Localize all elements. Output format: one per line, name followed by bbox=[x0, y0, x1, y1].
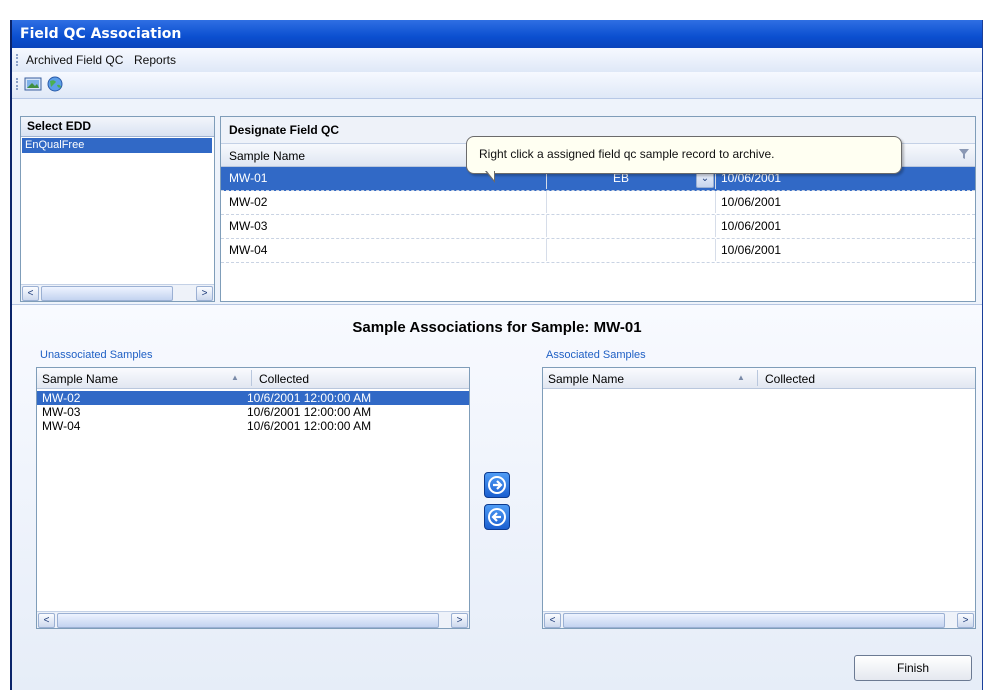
menu-bar: Archived Field QC Reports bbox=[12, 48, 982, 72]
row-date: 10/06/2001 bbox=[721, 195, 782, 209]
row-sample-name: MW-01 bbox=[229, 171, 268, 185]
edd-list-item[interactable]: EnQualFree bbox=[22, 138, 212, 153]
associations-title: Sample Associations for Sample: MW-01 bbox=[352, 319, 642, 336]
qc-type-cell[interactable] bbox=[546, 239, 716, 261]
scroll-thumb[interactable] bbox=[57, 613, 439, 628]
row-sample-name: MW-04 bbox=[229, 243, 268, 257]
scroll-left-button[interactable]: < bbox=[38, 613, 55, 628]
col-sample-name[interactable]: Sample Name bbox=[548, 372, 624, 386]
scroll-left-button[interactable]: < bbox=[22, 286, 39, 301]
item-sample-name: MW-03 bbox=[42, 405, 81, 419]
associated-label: Associated Samples bbox=[546, 349, 646, 361]
item-collected: 10/6/2001 12:00:00 AM bbox=[247, 405, 372, 419]
row-date: 10/06/2001 bbox=[721, 219, 782, 233]
tooltip-text: Right click a assigned field qc sample r… bbox=[479, 147, 775, 161]
item-sample-name: MW-04 bbox=[42, 419, 81, 433]
field-qc-window: Field QC Association Archived Field QC R… bbox=[10, 20, 983, 690]
archive-tooltip: Right click a assigned field qc sample r… bbox=[466, 136, 902, 183]
col-collected[interactable]: Collected bbox=[765, 372, 815, 386]
unassociated-list-header: Sample Name ▲ Collected bbox=[37, 368, 469, 389]
arrow-left-icon[interactable] bbox=[484, 504, 510, 530]
unassociated-label: Unassociated Samples bbox=[40, 349, 153, 361]
associated-list-header: Sample Name ▲ Collected bbox=[543, 368, 975, 389]
row-sample-name: MW-03 bbox=[229, 219, 268, 233]
arrow-right-icon[interactable] bbox=[484, 472, 510, 498]
scroll-thumb[interactable] bbox=[563, 613, 945, 628]
window-title: Field QC Association bbox=[20, 26, 182, 42]
edd-hscrollbar[interactable]: < > bbox=[21, 284, 214, 301]
qc-type-cell[interactable] bbox=[546, 191, 716, 213]
col-sample-name[interactable]: Sample Name bbox=[42, 372, 118, 386]
col-collected[interactable]: Collected bbox=[259, 372, 309, 386]
list-item[interactable]: MW-04 10/6/2001 12:00:00 AM bbox=[37, 419, 469, 433]
toolbar bbox=[12, 72, 982, 99]
designate-row[interactable]: MW-04 10/06/2001 bbox=[221, 239, 975, 263]
col-sample-name[interactable]: Sample Name bbox=[229, 149, 305, 163]
filter-icon[interactable] bbox=[959, 149, 969, 159]
item-collected: 10/6/2001 12:00:00 AM bbox=[247, 419, 372, 433]
scroll-thumb[interactable] bbox=[41, 286, 173, 301]
row-date: 10/06/2001 bbox=[721, 243, 782, 257]
tooltip-tail-fill bbox=[486, 170, 494, 180]
select-edd-heading: Select EDD bbox=[21, 117, 214, 137]
qc-type-cell[interactable] bbox=[546, 215, 716, 237]
image-icon[interactable] bbox=[24, 76, 42, 92]
scroll-right-button[interactable]: > bbox=[957, 613, 974, 628]
column-divider[interactable] bbox=[757, 370, 758, 386]
designate-row[interactable]: MW-03 10/06/2001 bbox=[221, 215, 975, 239]
globe-icon[interactable] bbox=[46, 76, 64, 92]
menu-archived-field-qc[interactable]: Archived Field QC bbox=[26, 53, 123, 67]
scroll-right-button[interactable]: > bbox=[451, 613, 468, 628]
sort-up-icon: ▲ bbox=[737, 373, 745, 382]
associated-list[interactable]: Sample Name ▲ Collected < > bbox=[542, 367, 976, 629]
list-item[interactable]: MW-03 10/6/2001 12:00:00 AM bbox=[37, 405, 469, 419]
item-sample-name: MW-02 bbox=[42, 391, 81, 405]
unassociated-hscrollbar[interactable]: < > bbox=[37, 611, 469, 628]
menu-reports[interactable]: Reports bbox=[134, 53, 176, 67]
finish-button[interactable]: Finish bbox=[854, 655, 972, 681]
column-divider[interactable] bbox=[251, 370, 252, 386]
designate-row[interactable]: MW-02 10/06/2001 bbox=[221, 191, 975, 215]
associated-hscrollbar[interactable]: < > bbox=[543, 611, 975, 628]
item-collected: 10/6/2001 12:00:00 AM bbox=[247, 391, 372, 405]
row-sample-name: MW-02 bbox=[229, 195, 268, 209]
list-item[interactable]: MW-02 10/6/2001 12:00:00 AM bbox=[37, 391, 469, 405]
scroll-right-button[interactable]: > bbox=[196, 286, 213, 301]
title-bar: Field QC Association bbox=[12, 20, 982, 48]
toolbar-grip bbox=[16, 78, 20, 90]
associations-pane: Sample Associations for Sample: MW-01 Un… bbox=[12, 304, 982, 690]
scroll-left-button[interactable]: < bbox=[544, 613, 561, 628]
unassociated-list[interactable]: Sample Name ▲ Collected MW-02 10/6/2001 … bbox=[36, 367, 470, 629]
menu-grip bbox=[16, 54, 20, 66]
sort-up-icon: ▲ bbox=[231, 373, 239, 382]
select-edd-panel: Select EDD EnQualFree < > bbox=[20, 116, 215, 302]
